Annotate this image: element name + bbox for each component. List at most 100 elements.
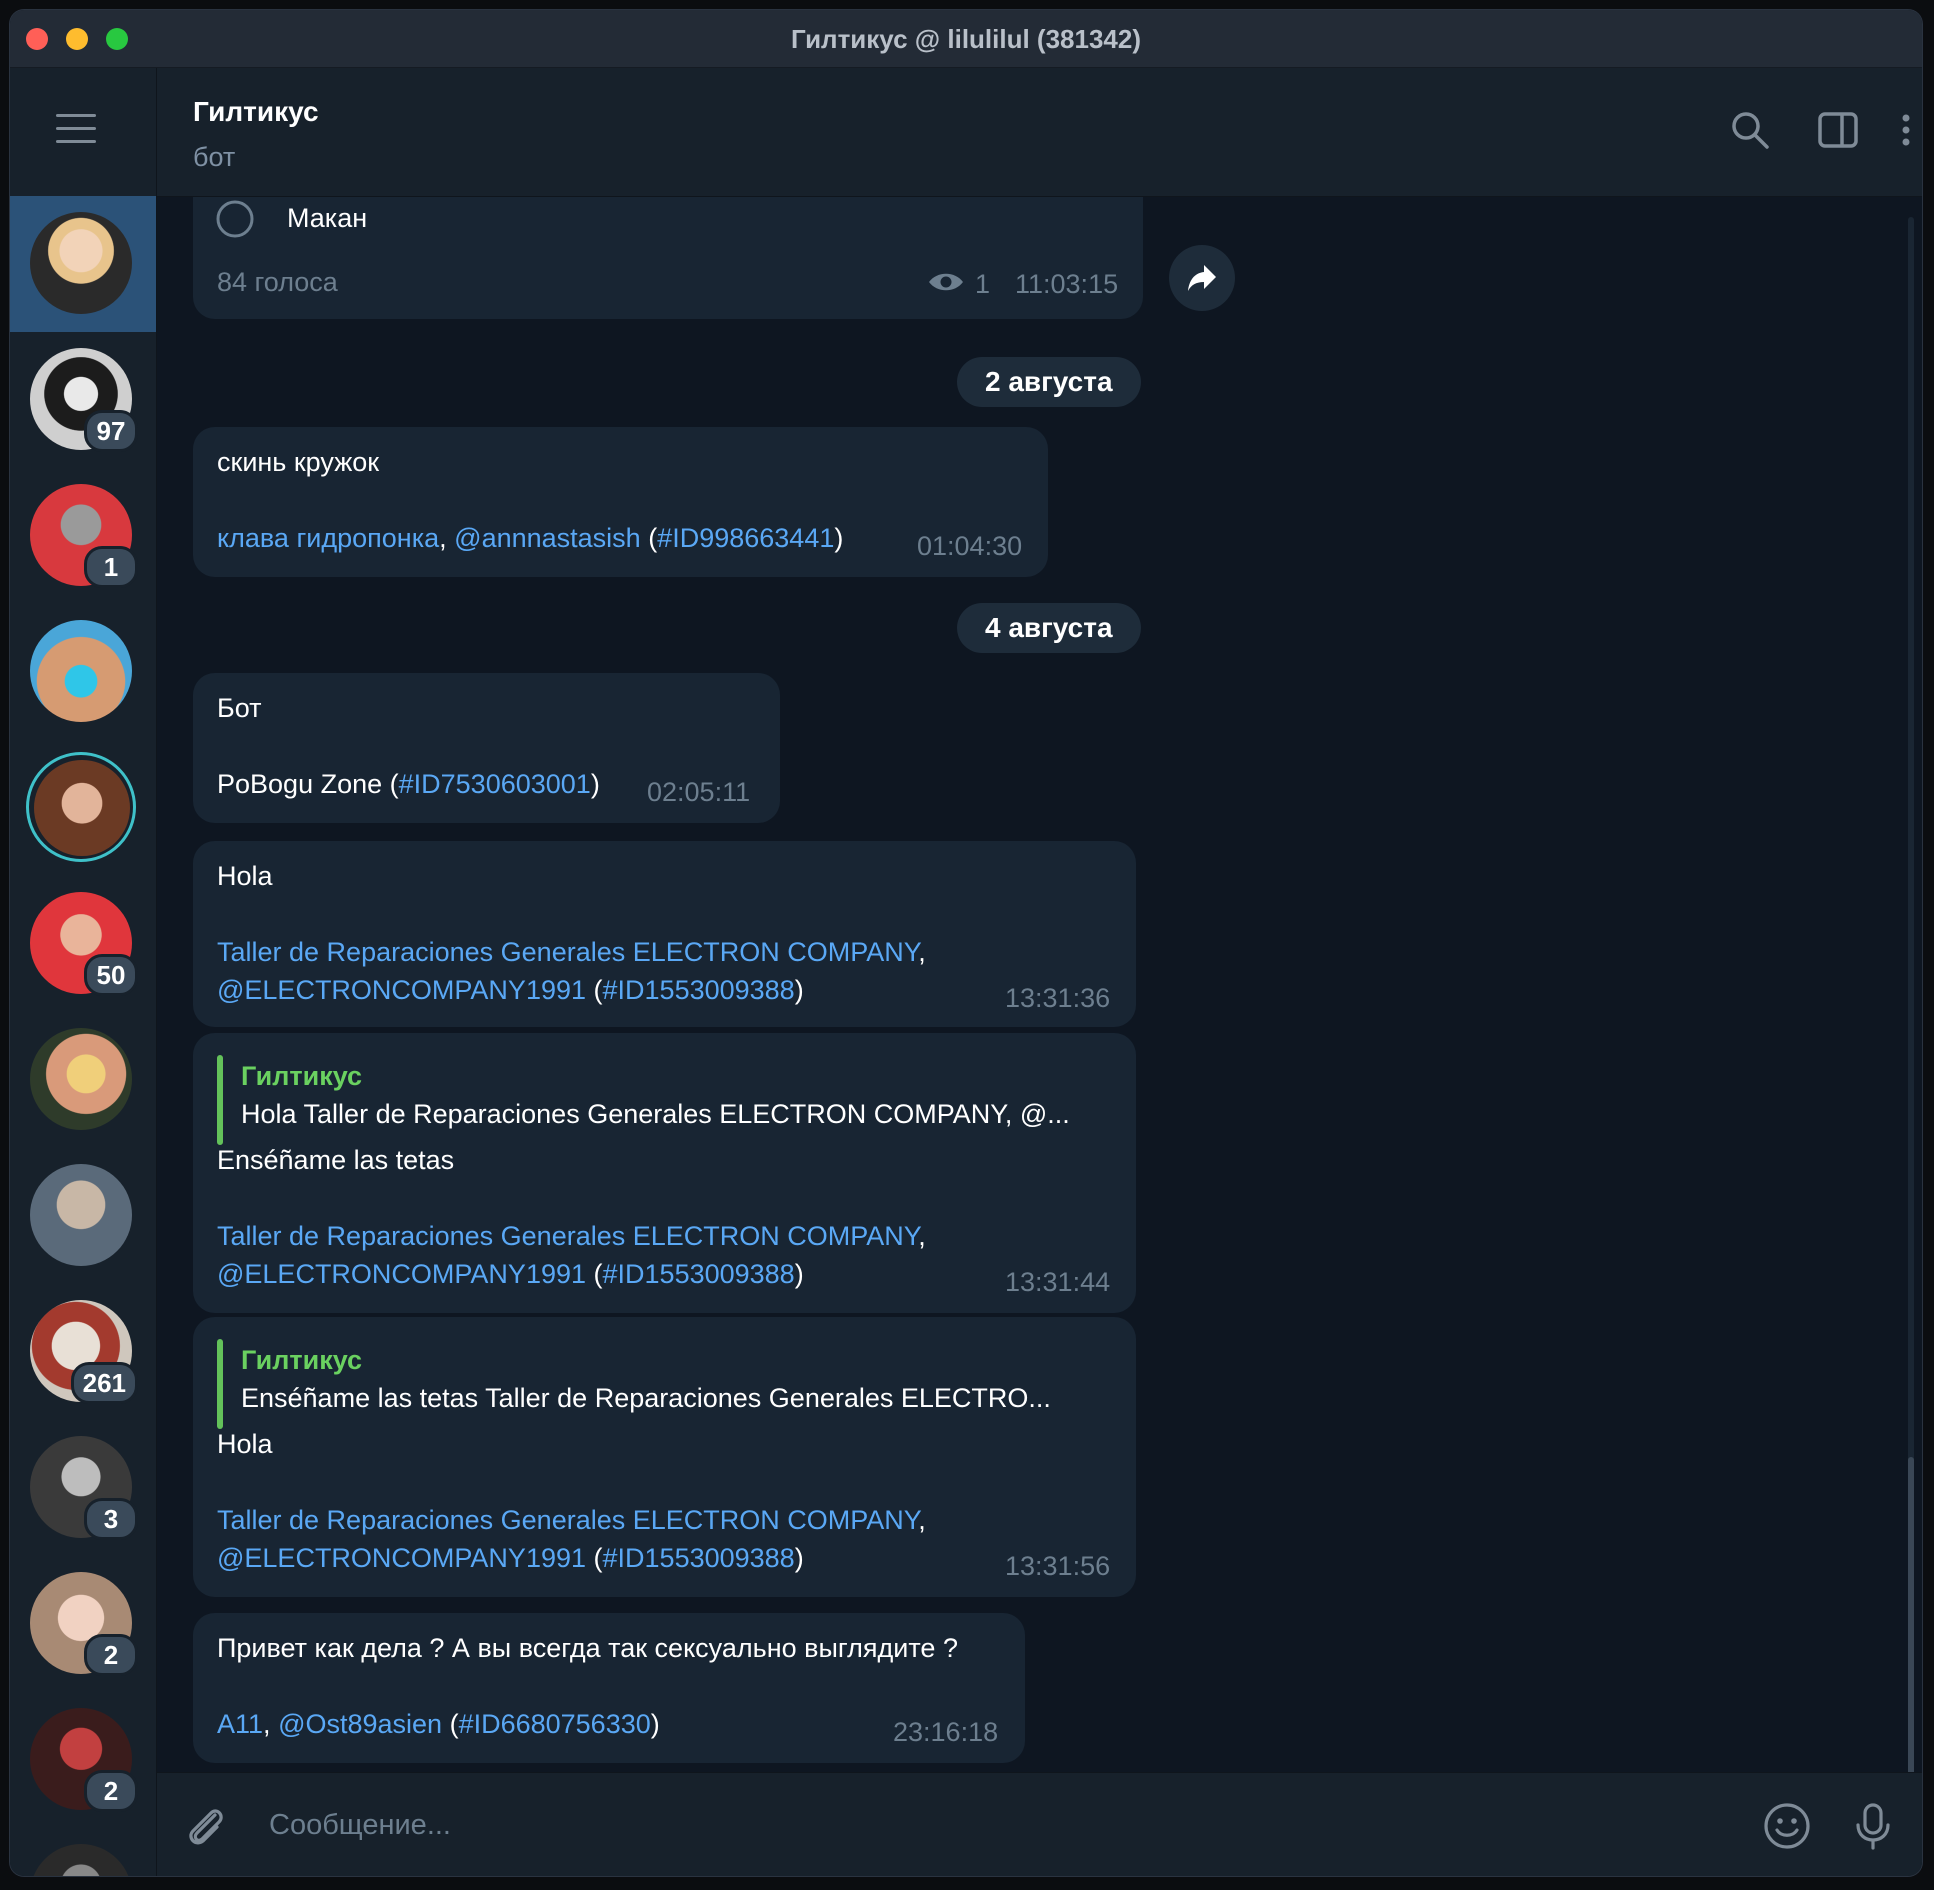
sender-name-link[interactable]: A11 (217, 1709, 263, 1739)
message-time: 23:16:18 (893, 1717, 999, 1747)
sender-name-link[interactable]: Taller de Reparaciones Generales ELECTRO… (217, 937, 918, 967)
date-separator: 4 августа (957, 603, 1141, 653)
reply-quote[interactable]: Hola Taller de Reparaciones Generales EL… (241, 1095, 1070, 1133)
unread-badge: 2 (84, 1634, 138, 1676)
message-text: Hola (217, 861, 273, 891)
message-bubble: скинь кружок клава гидропонка, @annnasta… (193, 427, 1048, 577)
username-link[interactable]: @ELECTRONCOMPANY1991 (217, 1259, 586, 1289)
message-sender-line: @ELECTRONCOMPANY1991 (#ID1553009388) (217, 971, 804, 1009)
forward-icon (1188, 265, 1216, 291)
message-list[interactable]: Макан 84 голоса 1 11:03:15 2 августа ски… (157, 197, 1922, 1772)
paren-close: ) (794, 1259, 804, 1289)
paren-close: ) (650, 1709, 660, 1739)
id-hashtag-link[interactable]: #ID998663441 (657, 523, 834, 553)
unread-badge: 261 (70, 1362, 138, 1404)
separator: , (263, 1709, 279, 1739)
sidebar-toggle-icon[interactable] (1816, 108, 1860, 152)
views-count: 1 (975, 269, 991, 299)
message-bubble: Hola Taller de Reparaciones Generales EL… (193, 841, 1136, 1027)
chat-header: Гилтикус бот (157, 68, 1922, 197)
sender-name-link[interactable]: Taller de Reparaciones Generales ELECTRO… (217, 1221, 918, 1251)
hamburger-menu-icon[interactable] (56, 114, 100, 144)
chat-item[interactable] (10, 196, 156, 332)
message-bubble: Гилтикус Enséñame las tetas Taller de Re… (193, 1317, 1136, 1597)
username-link[interactable]: @ELECTRONCOMPANY1991 (217, 1543, 586, 1573)
message-sender-line: @ELECTRONCOMPANY1991 (#ID1553009388) (217, 1255, 804, 1293)
reply-quote[interactable]: Enséñame las tetas Taller de Reparacione… (241, 1379, 1051, 1417)
views-icon (929, 273, 963, 291)
poll-message: Макан 84 голоса 1 11:03:15 (193, 197, 1143, 319)
separator: , (918, 1505, 926, 1535)
message-sender-line: PoBogu Zone (#ID7530603001) (217, 765, 600, 803)
message-text: скинь кружок (217, 447, 380, 477)
message-time: 13:31:36 (1005, 983, 1111, 1013)
poll-radio-icon[interactable] (215, 199, 255, 239)
chat-item[interactable] (10, 1012, 156, 1148)
chat-item[interactable]: 3 (10, 1420, 156, 1556)
chat-item[interactable]: 2 (10, 1556, 156, 1692)
id-hashtag-link[interactable]: #ID1553009388 (603, 975, 795, 1005)
chat-item[interactable] (10, 1148, 156, 1284)
date-separator: 2 августа (957, 357, 1141, 407)
chat-item[interactable]: 97 (10, 332, 156, 468)
app-window: Гилтикус @ lilulilul (381342) 97 1 50 26… (10, 10, 1922, 1876)
chat-title[interactable]: Гилтикус (193, 96, 319, 128)
id-hashtag-link[interactable]: #ID1553009388 (603, 1259, 795, 1289)
avatar (30, 620, 132, 722)
separator: , (918, 1221, 926, 1251)
forward-button[interactable] (1169, 245, 1235, 311)
title-bar: Гилтикус @ lilulilul (381342) (10, 10, 1922, 68)
paren-close: ) (834, 523, 844, 553)
message-sender-line: A11, @Ost89asien (#ID6680756330) (217, 1705, 660, 1743)
sender-name-link[interactable]: клава гидропонка (217, 523, 439, 553)
scrollbar-thumb[interactable] (1908, 1457, 1914, 1772)
chat-item[interactable] (10, 740, 156, 876)
message-time: 13:31:56 (1005, 1551, 1111, 1581)
more-options-icon[interactable] (1890, 108, 1922, 152)
chat-item[interactable]: 50 (10, 876, 156, 1012)
chat-item[interactable]: 2 (10, 1692, 156, 1828)
reply-bar (217, 1339, 223, 1429)
emoji-icon[interactable] (1762, 1801, 1812, 1851)
message-bubble: Гилтикус Hola Taller de Reparaciones Gen… (193, 1033, 1136, 1313)
message-bubble: Бот PoBogu Zone (#ID7530603001) 02:05:11 (193, 673, 780, 823)
search-icon[interactable] (1728, 108, 1772, 152)
poll-option[interactable]: Макан (287, 199, 367, 237)
microphone-icon[interactable] (1848, 1801, 1898, 1851)
reply-bar (217, 1055, 223, 1145)
message-time: 02:05:11 (647, 777, 751, 807)
paren-open: ( (640, 523, 658, 553)
message-input[interactable] (267, 1799, 1671, 1851)
paren-close: ) (794, 1543, 804, 1573)
message-sender-line: клава гидропонка, @annnastasish (#ID9986… (217, 519, 843, 557)
id-hashtag-link[interactable]: #ID7530603001 (399, 769, 591, 799)
reply-author[interactable]: Гилтикус (241, 1057, 362, 1095)
chat-subtitle: бот (193, 142, 236, 172)
chat-item[interactable]: 261 (10, 1284, 156, 1420)
chat-item[interactable] (10, 604, 156, 740)
username-link[interactable]: @annnastasish (454, 523, 641, 553)
id-hashtag-link[interactable]: #ID6680756330 (459, 1709, 651, 1739)
paren-open: ( (586, 975, 603, 1005)
paren-open: ( (586, 1543, 603, 1573)
username-link[interactable]: @Ost89asien (278, 1709, 442, 1739)
window-title: Гилтикус @ lilulilul (381342) (790, 24, 1142, 54)
unread-badge: 2 (84, 1770, 138, 1812)
message-sender-line: Taller de Reparaciones Generales ELECTRO… (217, 933, 926, 971)
id-hashtag-link[interactable]: #ID1553009388 (603, 1543, 795, 1573)
username-link[interactable]: @ELECTRONCOMPANY1991 (217, 975, 586, 1005)
sender-name-link[interactable]: Taller de Reparaciones Generales ELECTRO… (217, 1505, 918, 1535)
message-time: 01:04:30 (917, 531, 1023, 561)
message-text: Бот (217, 693, 262, 723)
unread-badge: 1 (84, 546, 138, 588)
chat-item[interactable] (10, 1828, 156, 1876)
separator: , (918, 937, 926, 967)
reply-author[interactable]: Гилтикус (241, 1341, 362, 1379)
avatar (30, 1844, 132, 1876)
message-time: 13:31:44 (1005, 1267, 1111, 1297)
attach-icon[interactable] (181, 1801, 231, 1851)
message-sender-line: Taller de Reparaciones Generales ELECTRO… (217, 1501, 926, 1539)
unread-badge: 50 (84, 954, 138, 996)
message-text: Hola (217, 1429, 273, 1459)
chat-item[interactable]: 1 (10, 468, 156, 604)
